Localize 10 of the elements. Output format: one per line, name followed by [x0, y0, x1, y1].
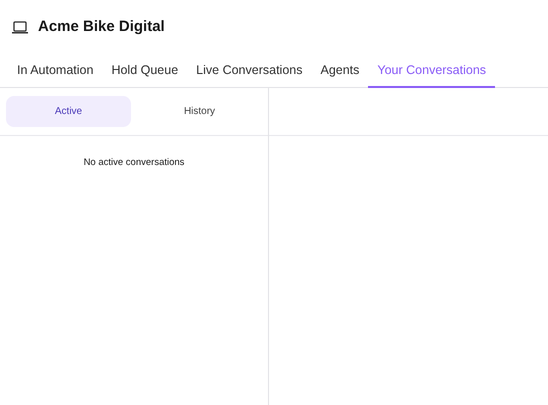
empty-message: No active conversations: [82, 156, 186, 170]
nav-tab[interactable]: Hold Queue: [102, 54, 188, 88]
nav-tab[interactable]: Your Conversations: [368, 54, 496, 88]
segment-tab[interactable]: History: [137, 96, 262, 127]
nav-tab[interactable]: In Automation: [8, 54, 102, 88]
nav-tab[interactable]: Live Conversations: [187, 54, 312, 88]
nav-tab[interactable]: Agents: [311, 54, 368, 88]
app-title: Acme Bike Digital: [38, 18, 165, 36]
segment-tab[interactable]: Active: [6, 96, 131, 127]
laptop-icon: [12, 20, 28, 34]
